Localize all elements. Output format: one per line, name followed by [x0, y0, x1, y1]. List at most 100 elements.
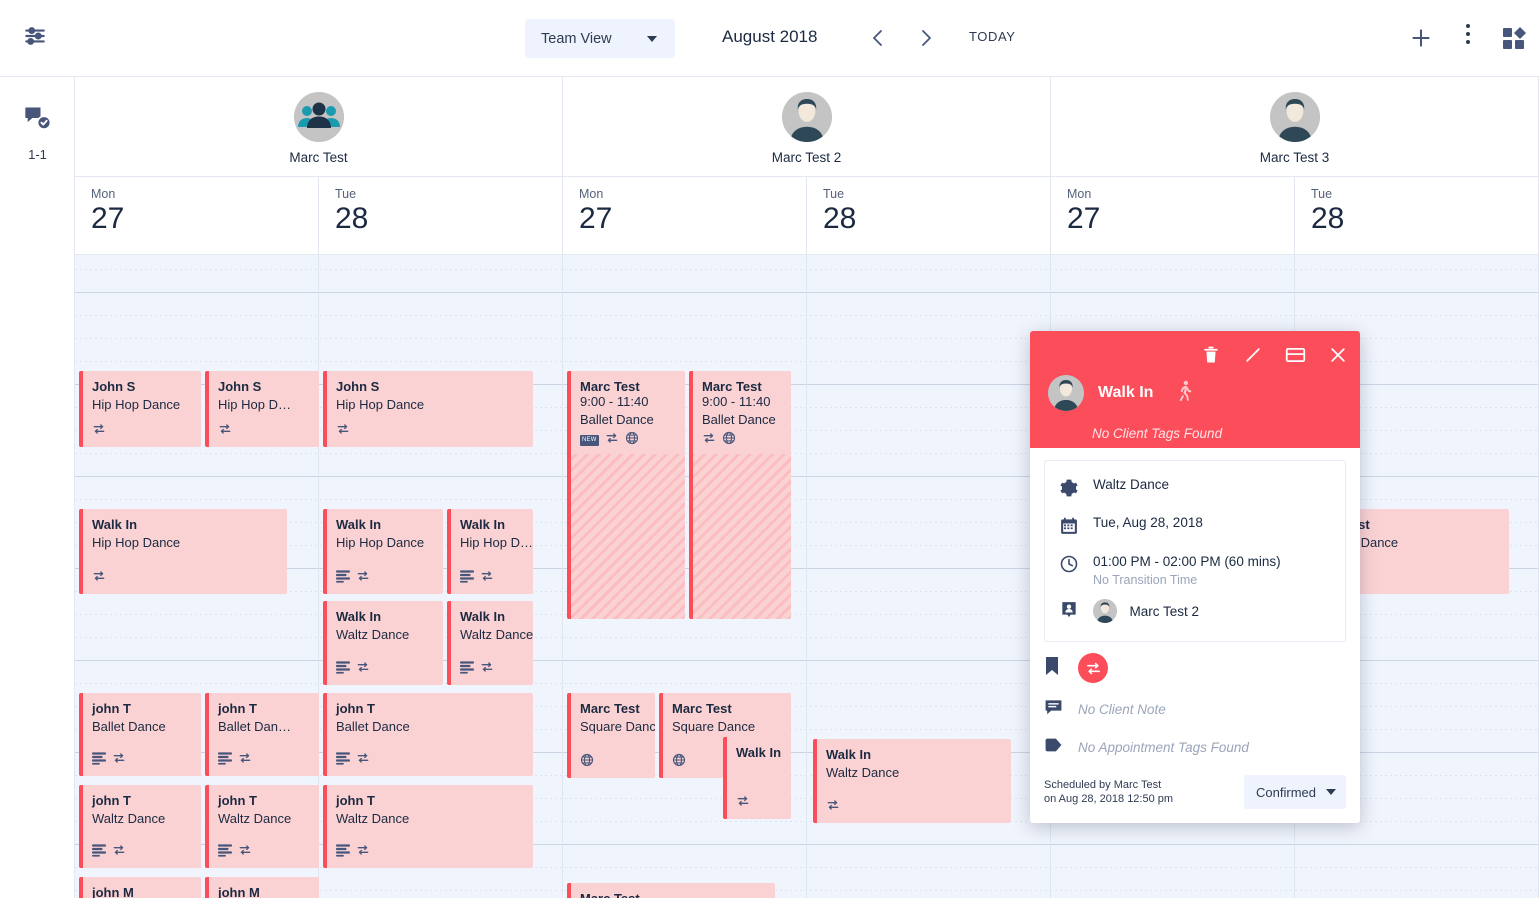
day-number: 27: [1067, 202, 1101, 235]
delete-icon[interactable]: [1201, 345, 1221, 370]
appointment-card[interactable]: John S Hip Hop Dance: [79, 371, 201, 447]
popup-header: Walk In No Client Tags Found: [1030, 331, 1360, 448]
appointment-card[interactable]: Walk In Waltz Dance: [323, 601, 443, 685]
popup-client-tags: No Client Tags Found: [1092, 426, 1223, 441]
appointment-card[interactable]: Marc Test 9:00 - 11:40 Ballet Dance NEW: [567, 371, 685, 619]
person-avatar-icon: [1269, 92, 1320, 142]
view-select[interactable]: Team View: [525, 19, 675, 58]
popup-date-row: Tue, Aug 28, 2018: [1045, 509, 1345, 547]
appointment-icons: [336, 569, 370, 588]
popup-scheduled-by: Scheduled by Marc Test: [1044, 779, 1162, 791]
today-button[interactable]: TODAY: [969, 29, 1016, 44]
appointment-service: Ballet Dance: [336, 719, 410, 734]
edit-icon[interactable]: [1243, 345, 1263, 370]
recurring-icon: [605, 431, 619, 450]
left-rail: 1-1: [0, 77, 75, 898]
popup-footer: Scheduled by Marc Test on Aug 28, 2018 1…: [1030, 765, 1360, 823]
staff-header-row: Marc Test Marc Test 2 Marc Test 3: [75, 77, 1539, 177]
popup-staff-name: Marc Test 2: [1129, 603, 1199, 619]
appointment-client: john M: [218, 885, 260, 898]
sliders-icon[interactable]: [22, 23, 48, 54]
plus-icon[interactable]: [1408, 25, 1434, 56]
rail-label: 1-1: [28, 147, 47, 162]
staff-column-header[interactable]: Marc Test 2: [563, 77, 1051, 177]
appointment-icons: [826, 798, 840, 817]
appointment-service: Hip Hop Dance: [336, 397, 425, 412]
appointment-card[interactable]: Marc Test 9:00 - 11:40 Ballet Dance: [689, 371, 791, 619]
popup-date: Tue, Aug 28, 2018: [1093, 515, 1203, 530]
clock-icon: [1059, 553, 1093, 579]
day-column-header[interactable]: Mon 27: [563, 177, 807, 255]
appointment-client: Walk In: [826, 747, 872, 762]
appointment-service: Ballet Dance: [92, 719, 166, 734]
popup-client-note-row: No Client Note: [1044, 690, 1346, 729]
appointment-check-icon[interactable]: [23, 104, 52, 137]
day-column-header[interactable]: Tue 28: [319, 177, 563, 255]
appointment-card[interactable]: john T Waltz Dance: [205, 785, 319, 868]
chevron-down-icon: [1326, 789, 1336, 795]
appointment-card[interactable]: Walk In Waltz Dance: [813, 739, 1011, 823]
appointment-card[interactable]: Marc Test Square Dance: [567, 693, 655, 778]
appointment-card[interactable]: John S Hip Hop D…: [205, 371, 319, 447]
appointment-card[interactable]: Walk In Hip Hop Dance: [79, 509, 287, 594]
kebab-menu-icon[interactable]: [1458, 24, 1478, 54]
notes-lines-icon: [92, 843, 106, 862]
recurring-icon: [736, 794, 750, 813]
appointment-service: Hip Hop D…: [218, 397, 291, 412]
appointment-service: Waltz Dance: [218, 811, 292, 826]
appointment-card[interactable]: John S Hip Hop Dance: [323, 371, 533, 447]
appointment-card[interactable]: john MSalsa Dance: [79, 877, 201, 898]
appointment-service: Hip Hop Dance: [92, 397, 181, 412]
gear-icon: [1059, 477, 1093, 503]
grid-layout-icon[interactable]: [1502, 27, 1526, 55]
recurring-icon: [238, 751, 252, 770]
appointment-client: john T: [336, 793, 375, 808]
day-column-header[interactable]: Mon 27: [1051, 177, 1295, 255]
day-column-header[interactable]: Tue 28: [807, 177, 1051, 255]
day-of-week: Tue: [1311, 187, 1333, 201]
person-avatar-icon: [781, 92, 832, 142]
appointment-icons: [218, 422, 232, 441]
staff-column-header[interactable]: Marc Test: [75, 77, 563, 177]
appointment-card[interactable]: Walk In Hip Hop Dance: [323, 509, 443, 594]
recurring-icon: [356, 660, 370, 679]
appointment-client: Walk In: [460, 517, 506, 532]
recurring-icon: [826, 798, 840, 817]
notes-lines-icon: [336, 660, 350, 679]
next-period-button[interactable]: [912, 23, 940, 53]
avatar: [1093, 599, 1117, 623]
appointment-time: 9:00 - 11:40: [702, 394, 771, 409]
recurring-chip-button[interactable]: [1078, 653, 1108, 683]
day-column-header[interactable]: Tue 28: [1295, 177, 1539, 255]
day-column-header[interactable]: Mon 27: [75, 177, 319, 255]
view-select-label: Team View: [541, 30, 612, 47]
appointment-card[interactable]: john T Ballet Dan…: [205, 693, 319, 776]
staff-column-header[interactable]: Marc Test 3: [1051, 77, 1539, 177]
prev-period-button[interactable]: [864, 23, 892, 53]
appointment-card[interactable]: john T Waltz Dance: [323, 785, 533, 868]
day-number: 27: [579, 202, 613, 235]
close-icon[interactable]: [1328, 345, 1348, 370]
appointment-card[interactable]: john T Ballet Dance: [79, 693, 201, 776]
appointment-card[interactable]: Walk In Waltz Dance: [447, 601, 533, 685]
appointment-card[interactable]: Walk In Hip Hop D…: [447, 509, 533, 594]
appointment-service: Waltz Dance: [826, 765, 900, 780]
recurring-icon: [356, 843, 370, 862]
appointment-service: Square Dance: [580, 719, 655, 734]
walking-person-icon: [1175, 380, 1195, 407]
appointment-card[interactable]: Marc TestWaltz Dance: [567, 883, 775, 898]
status-select[interactable]: Confirmed: [1244, 775, 1346, 809]
appointment-card[interactable]: Walk In: [723, 737, 791, 819]
appointment-client: Marc Test: [702, 379, 762, 394]
day-of-week: Mon: [91, 187, 116, 201]
appointment-card[interactable]: john T Ballet Dance: [323, 693, 533, 776]
appointment-icons: [460, 569, 494, 588]
appointment-card[interactable]: john T Waltz Dance: [79, 785, 201, 868]
appointment-icons: [92, 569, 106, 588]
appointment-icons: [92, 843, 126, 862]
recurring-icon: [480, 660, 494, 679]
avatar: [1048, 375, 1084, 411]
payment-icon[interactable]: [1285, 345, 1306, 370]
popup-client-note: No Client Note: [1078, 702, 1166, 717]
appointment-card[interactable]: john MSalsa Dance: [205, 877, 319, 898]
